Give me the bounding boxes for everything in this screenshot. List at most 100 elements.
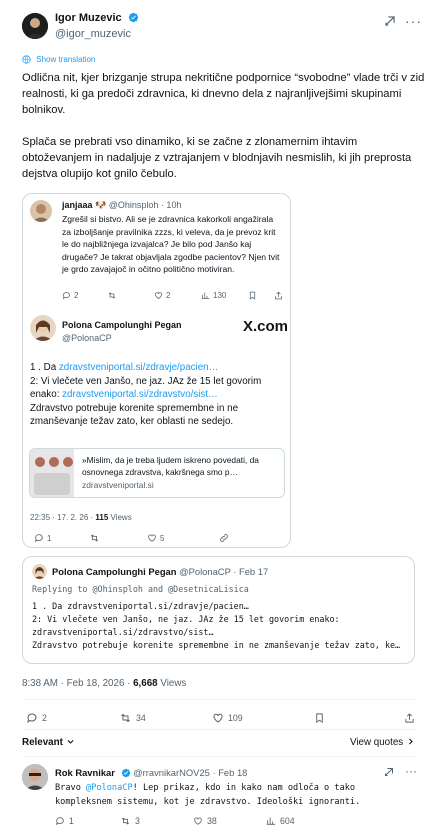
janjaaa-like[interactable]: 2	[154, 291, 170, 300]
post-meta: 8:38 AM · Feb 18, 2026 · 6,668 Views	[22, 678, 186, 689]
like-count: 109	[228, 713, 243, 723]
janjaaa-bookmark[interactable]	[248, 291, 257, 300]
reply-handle-time[interactable]: @rravnikarNOV25 · Feb 18	[133, 767, 247, 778]
polona-line-1-prefix: 1 . Da	[30, 362, 59, 373]
quoted2-name[interactable]: Polona Campolunghi Pegan	[52, 566, 176, 577]
reply-views-button[interactable]: 604	[266, 816, 295, 825]
post-paragraph-2: Splača se prebrati vso dinamiko, ki se z…	[22, 136, 412, 180]
reply-retweet-count: 3	[135, 816, 140, 825]
janjaaa-avatar[interactable]	[30, 200, 52, 222]
reply-like-count: 38	[207, 816, 217, 825]
divider-mid	[22, 729, 418, 730]
divider-top	[22, 699, 418, 700]
reply-button[interactable]: 2	[26, 712, 47, 724]
author-handle[interactable]: @igor_muzevic	[55, 28, 131, 40]
polona-name[interactable]: Polona Campolunghi Pegan	[62, 320, 182, 330]
translate-icon	[22, 55, 31, 64]
quoted2-line-3: zdravstveniportal.si/zdravstvo/sist…	[32, 627, 214, 637]
reply-more-icon[interactable]: ···	[405, 764, 417, 778]
divider-bottom	[22, 756, 418, 757]
post-text: Odlična nit, kjer brizganje strupa nekri…	[22, 70, 427, 198]
reply-grok-icon[interactable]	[383, 766, 395, 778]
view-quotes-text[interactable]: View quotes	[350, 737, 403, 748]
grok-icon[interactable]	[383, 14, 397, 28]
bookmark-button[interactable]	[314, 712, 325, 724]
janjaaa-retweet[interactable]	[107, 291, 117, 300]
article-image	[30, 449, 74, 497]
author-avatar[interactable]	[22, 13, 48, 39]
retweet-icon	[108, 292, 116, 299]
polona-views-label: Views	[108, 513, 132, 522]
polona-handle[interactable]: @PolonaCP	[62, 333, 112, 343]
retweet-icon	[90, 534, 99, 542]
share-button[interactable]	[404, 712, 415, 724]
polona-views-count: 115	[95, 513, 109, 522]
sort-label[interactable]: Relevant	[22, 737, 63, 748]
polona-retweet[interactable]	[89, 533, 100, 543]
xcom-badge: X.com	[243, 318, 289, 335]
polona-like[interactable]: 5	[147, 533, 164, 543]
chevron-down-icon	[67, 739, 74, 744]
reply-icon	[35, 534, 43, 543]
like-button[interactable]: 109	[212, 712, 243, 724]
reply-icon	[56, 817, 64, 825]
reply-retweet-button[interactable]: 3	[120, 816, 140, 825]
post-views-count: 6,668	[133, 678, 158, 689]
article-title[interactable]: »Mislim, da je treba ljudem iskreno pove…	[82, 455, 282, 478]
post-paragraph-1: Odlična nit, kjer brizganje strupa nekri…	[22, 72, 425, 116]
quoted2-header: Polona Campolunghi Pegan @PolonaCP · Feb…	[52, 566, 268, 577]
like-icon	[213, 713, 223, 723]
article-card[interactable]: »Mislim, da je treba ljudem iskreno pove…	[29, 448, 285, 498]
polona-link-2[interactable]: zdravstveniportal.si/zdravstvo/sist…	[62, 389, 218, 400]
janjaaa-like-count: 2	[166, 291, 171, 300]
quoted2-line-4: Zdravstvo potrebuje korenite spremembne …	[32, 640, 401, 650]
polona-link-copy[interactable]	[219, 533, 229, 543]
reply-reply-button[interactable]: 1	[55, 816, 74, 825]
janjaaa-handle[interactable]: @Ohinsploh	[109, 200, 159, 210]
polona-reply[interactable]: 1	[34, 533, 51, 543]
janjaaa-time[interactable]: · 10h	[161, 200, 182, 210]
retweet-button[interactable]: 34	[119, 712, 146, 724]
show-translation-link[interactable]: Show translation	[22, 55, 95, 64]
polona-line-3: Zdravstvo potrebuje korenite spremembne …	[30, 402, 239, 428]
reply-like-button[interactable]: 38	[193, 816, 217, 825]
janjaaa-share[interactable]	[274, 291, 283, 300]
like-icon	[194, 817, 202, 825]
polona-timestamp: 22:35 · 17. 2. 26 · 115 Views	[30, 513, 132, 522]
janjaaa-name[interactable]: janjaaa 🐶	[62, 200, 106, 210]
polona-avatar[interactable]	[30, 315, 56, 341]
views-icon	[266, 817, 276, 825]
post-views-label: Views	[157, 678, 187, 689]
janjaaa-views-count: 130	[213, 291, 227, 300]
quoted2-line-1: 1 . Da zdravstveniportal.si/zdravje/paci…	[32, 601, 249, 611]
verified-badge-icon	[128, 12, 139, 23]
bookmark-icon	[316, 713, 323, 723]
reply-name[interactable]: Rok Ravnikar	[55, 767, 115, 778]
view-quotes-link[interactable]: View quotes	[350, 737, 415, 748]
share-icon	[405, 713, 414, 723]
quoted2-handle-time[interactable]: @PolonaCP · Feb 17	[179, 566, 268, 577]
reply-avatar[interactable]	[22, 764, 48, 790]
polona-link-1[interactable]: zdravstveniportal.si/zdravje/pacien…	[59, 362, 219, 373]
polona-avatar-small[interactable]	[32, 564, 47, 579]
show-translation-text[interactable]: Show translation	[36, 55, 95, 64]
bookmark-icon	[249, 291, 256, 300]
sort-dropdown[interactable]: Relevant	[22, 737, 75, 748]
polona-line-2: 2: Vi vlečete ven Janšo, ne jaz. JAz že …	[30, 375, 282, 402]
views-icon	[201, 292, 210, 299]
polona-time-text: 22:35 · 17. 2. 26 ·	[30, 513, 96, 522]
polona-like-count: 5	[160, 533, 165, 543]
more-icon[interactable]: ···	[405, 13, 422, 29]
quoted2-text: 1 . Da zdravstveniportal.si/zdravje/paci…	[32, 600, 410, 652]
article-domain[interactable]: zdravstveniportal.si	[82, 480, 154, 490]
polona-reply-count: 1	[47, 533, 52, 543]
reply-icon	[27, 713, 37, 724]
janjaaa-views[interactable]: 130	[201, 291, 226, 300]
reply-mention[interactable]: @PolonaCP	[86, 783, 133, 793]
like-icon	[155, 292, 162, 299]
polona-line-1: 1 . Da zdravstveniportal.si/zdravje/paci…	[30, 361, 282, 375]
author-name-text[interactable]: Igor Muzevic	[55, 12, 122, 24]
janjaaa-reply[interactable]: 2	[62, 291, 78, 300]
author-name[interactable]: Igor Muzevic	[55, 12, 139, 24]
post-time[interactable]: 8:38 AM · Feb 18, 2026 ·	[22, 678, 133, 689]
